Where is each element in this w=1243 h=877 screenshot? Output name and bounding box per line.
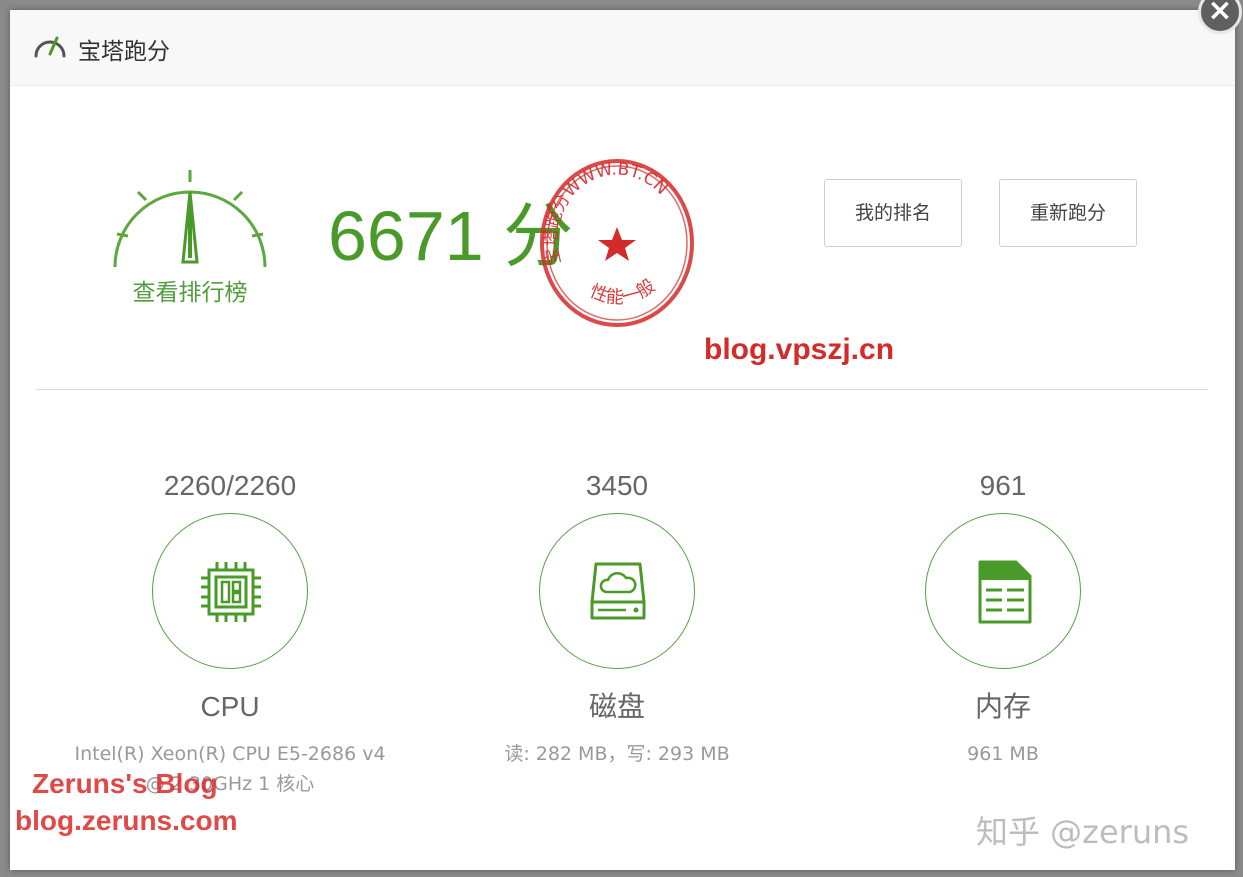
dialog-titlebar: 宝塔跑分: [10, 10, 1235, 86]
blog-url-watermark: blog.zeruns.com: [15, 805, 238, 836]
disk-icon-circle: [539, 513, 695, 669]
site-watermark: blog.vpszj.cn: [704, 333, 895, 366]
memory-detail: 961 MB: [967, 743, 1039, 765]
performance-stamp: 宝塔跑分WWW.BT.CN 性能一般: [540, 159, 694, 327]
dialog-title: 宝塔跑分: [78, 39, 170, 65]
section-divider: [36, 389, 1208, 390]
disk-detail: 读: 282 MB，写: 293 MB: [504, 743, 730, 765]
cpu-metric: 2260/2260 CPU Intel(R) Xeon(R) CPU E5-26…: [30, 465, 430, 799]
speedometer-icon: [34, 36, 66, 58]
memory-metric: 961 内存 961 MB: [803, 465, 1203, 769]
memory-document-icon: [978, 560, 1032, 624]
blog-name-watermark: Zeruns's Blog: [32, 768, 218, 799]
disk-score: 3450: [585, 470, 649, 501]
zhihu-watermark: 知乎 @zeruns: [976, 813, 1190, 851]
stamp-top-text: 宝塔跑分WWW.BT.CN: [542, 159, 672, 266]
memory-icon-circle: [925, 513, 1081, 669]
cpu-chip-icon: [201, 562, 261, 622]
speedometer-gauge-icon: [113, 170, 267, 268]
disk-label: 磁盘: [588, 691, 645, 722]
rerun-benchmark-button[interactable]: 重新跑分: [999, 179, 1137, 247]
svg-text:性能一般: 性能一般: [587, 275, 659, 308]
ranking-link[interactable]: 查看排行榜: [100, 273, 280, 307]
my-rank-button[interactable]: 我的排名: [824, 179, 962, 247]
cloud-disk-icon: [590, 562, 646, 620]
cpu-score: 2260/2260: [163, 470, 297, 501]
memory-score: 961: [979, 470, 1027, 501]
cpu-label: CPU: [200, 691, 260, 722]
memory-label: 内存: [974, 691, 1031, 722]
disk-metric: 3450 磁盘 读: 282 MB，写: 293 MB: [417, 465, 817, 769]
benchmark-dialog: 宝塔跑分 查看排行榜 6671 分 宝塔跑分WWW.BT.CN 性能一般 blo…: [10, 10, 1235, 870]
stamp-bottom-text: 性能一般: [587, 275, 659, 308]
cpu-icon-circle: [152, 513, 308, 669]
svg-text:宝塔跑分WWW.BT.CN: 宝塔跑分WWW.BT.CN: [542, 159, 672, 266]
stamp-star-icon: [598, 227, 636, 261]
